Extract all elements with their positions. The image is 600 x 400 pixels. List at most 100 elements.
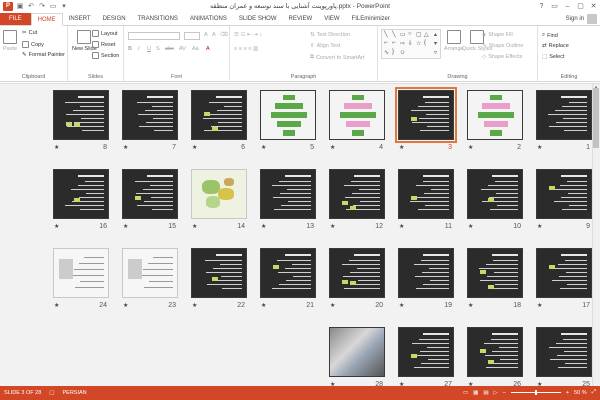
transition-star-icon[interactable]: ★ (261, 144, 266, 151)
transition-star-icon[interactable]: ★ (468, 223, 473, 230)
shape-effects-button[interactable]: ◇ Shape Effects (482, 54, 522, 60)
slide-sorter-view[interactable]: ▲ ★ 1 ★ 2 ★ 3 ★ 4 ★ 5 ★ 6 ★ 7 ★ 8 ★ 9 ★ 10 ★ 11 ★ 12 ★ 13 ★ 14 ★ 15 ★ 1… (0, 83, 600, 388)
save-icon[interactable]: ▣ (16, 2, 24, 10)
slide-thumbnail-7[interactable]: ★ 7 (122, 90, 178, 151)
convert-smartart-button[interactable]: ⧉ Convert to SmartArt (310, 54, 365, 61)
slide-preview[interactable] (329, 327, 385, 377)
section-button[interactable]: Section (92, 52, 119, 59)
slide-thumbnail-4[interactable]: ★ 4 (329, 90, 385, 151)
shape-fill-button[interactable]: ◈ Shape Fill (482, 32, 513, 38)
shapes-gallery[interactable]: ╲ ╲ ▭ ○ ▢ △ ⌐ ⌐ ⇨ ⇩ ☆ { ∿ } ✩ ▴ ▾ ▿ (381, 29, 441, 59)
slide-preview[interactable] (53, 90, 109, 140)
transition-star-icon[interactable]: ★ (123, 144, 128, 151)
tab-design[interactable]: DESIGN (97, 13, 132, 25)
zoom-out-icon[interactable]: – (503, 390, 506, 396)
change-case-button[interactable]: Aa (192, 46, 199, 52)
slide-thumbnail-25[interactable]: ★ 25 (536, 327, 592, 388)
slide-sorter-view-icon[interactable]: ▦ (473, 390, 478, 396)
clear-formatting-icon[interactable]: ⌫ (220, 32, 228, 38)
slide-preview[interactable] (122, 90, 178, 140)
reading-view-icon[interactable]: ▤ (483, 390, 488, 396)
slide-preview[interactable] (536, 327, 592, 377)
slide-thumbnail-8[interactable]: ★ 8 (53, 90, 109, 151)
transition-star-icon[interactable]: ★ (54, 144, 59, 151)
slide-thumbnail-10[interactable]: ★ 10 (467, 169, 523, 230)
help-button[interactable]: ? (535, 0, 548, 12)
select-button[interactable]: ⬚ Select (542, 54, 565, 60)
slide-thumbnail-26[interactable]: ★ 26 (467, 327, 523, 388)
slide-preview[interactable] (536, 248, 592, 298)
transition-star-icon[interactable]: ★ (54, 223, 59, 230)
transition-star-icon[interactable]: ★ (123, 223, 128, 230)
slide-preview[interactable] (329, 169, 385, 219)
slide-thumbnail-15[interactable]: ★ 15 (122, 169, 178, 230)
slide-preview[interactable] (536, 169, 592, 219)
font-color-button[interactable]: A (206, 46, 210, 52)
slide-thumbnail-20[interactable]: ★ 20 (329, 248, 385, 309)
slide-preview[interactable] (191, 90, 247, 140)
slide-thumbnail-9[interactable]: ★ 9 (536, 169, 592, 230)
undo-icon[interactable]: ↶ (27, 2, 35, 10)
vertical-scrollbar[interactable]: ▲ (592, 84, 600, 387)
slide-preview[interactable] (398, 169, 454, 219)
spellcheck-icon[interactable]: ▢ (49, 390, 54, 396)
text-direction-button[interactable]: ⇅ Text Direction (310, 32, 350, 38)
shadow-button[interactable]: S (156, 46, 160, 52)
tab-review[interactable]: REVIEW (283, 13, 319, 25)
slide-thumbnail-5[interactable]: ★ 5 (260, 90, 316, 151)
transition-star-icon[interactable]: ★ (261, 223, 266, 230)
transition-star-icon[interactable]: ★ (537, 302, 542, 309)
font-family-dropdown[interactable] (128, 32, 180, 40)
transition-star-icon[interactable]: ★ (261, 302, 266, 309)
tab-view[interactable]: VIEW (318, 13, 345, 25)
transition-star-icon[interactable]: ★ (537, 144, 542, 151)
slide-preview[interactable] (395, 87, 457, 143)
format-painter-button[interactable]: ✎ Format Painter (22, 52, 65, 58)
transition-star-icon[interactable]: ★ (330, 144, 335, 151)
slide-thumbnail-2[interactable]: ★ 2 (467, 90, 523, 151)
slide-preview[interactable] (467, 327, 523, 377)
slide-preview[interactable] (191, 248, 247, 298)
bullets-icon[interactable]: ☰ ☷ ⇤ ⇥ ↕ (234, 32, 262, 38)
slide-preview[interactable] (398, 248, 454, 298)
slide-thumbnail-18[interactable]: ★ 18 (467, 248, 523, 309)
transition-star-icon[interactable]: ★ (54, 302, 59, 309)
redo-icon[interactable]: ↷ (38, 2, 46, 10)
normal-view-icon[interactable]: ▭ (463, 390, 468, 396)
slide-preview[interactable] (398, 327, 454, 377)
arrange-button[interactable]: Arrange (444, 30, 464, 52)
slide-preview[interactable] (122, 248, 178, 298)
customize-qat-icon[interactable]: ▾ (60, 2, 68, 10)
cut-button[interactable]: ✂ Cut (22, 30, 37, 36)
slide-preview[interactable] (191, 169, 247, 219)
shrink-font-icon[interactable]: A (212, 32, 216, 38)
font-size-dropdown[interactable] (184, 32, 200, 40)
transition-star-icon[interactable]: ★ (330, 223, 335, 230)
slide-preview[interactable] (260, 169, 316, 219)
slide-thumbnail-19[interactable]: ★ 19 (398, 248, 454, 309)
slide-preview[interactable] (53, 248, 109, 298)
align-text-button[interactable]: ⇕ Align Text (310, 43, 340, 49)
slide-thumbnail-11[interactable]: ★ 11 (398, 169, 454, 230)
transition-star-icon[interactable]: ★ (192, 302, 197, 309)
grow-font-icon[interactable]: A (204, 32, 208, 38)
transition-star-icon[interactable]: ★ (537, 223, 542, 230)
slide-thumbnail-1[interactable]: ★ 1 (536, 90, 592, 151)
slide-thumbnail-12[interactable]: ★ 12 (329, 169, 385, 230)
find-button[interactable]: ⌕ Find (542, 32, 558, 39)
replace-button[interactable]: ⇄ Replace (542, 43, 569, 49)
slide-preview[interactable] (467, 169, 523, 219)
ribbon-display-options-button[interactable]: ▭ (548, 0, 561, 12)
tab-file[interactable]: FILE (0, 13, 31, 25)
zoom-slider[interactable] (510, 390, 561, 395)
slide-preview[interactable] (329, 90, 385, 140)
slide-preview[interactable] (53, 169, 109, 219)
slide-preview[interactable] (536, 90, 592, 140)
transition-star-icon[interactable]: ★ (468, 302, 473, 309)
tab-home[interactable]: HOME (30, 13, 63, 26)
tab-transitions[interactable]: TRANSITIONS (132, 13, 184, 25)
sign-in-link[interactable]: Sign in (566, 16, 584, 22)
slide-thumbnail-3[interactable]: ★ 3 (395, 87, 457, 151)
shape-outline-button[interactable]: ✎ Shape Outline (482, 43, 523, 49)
slide-preview[interactable] (122, 169, 178, 219)
